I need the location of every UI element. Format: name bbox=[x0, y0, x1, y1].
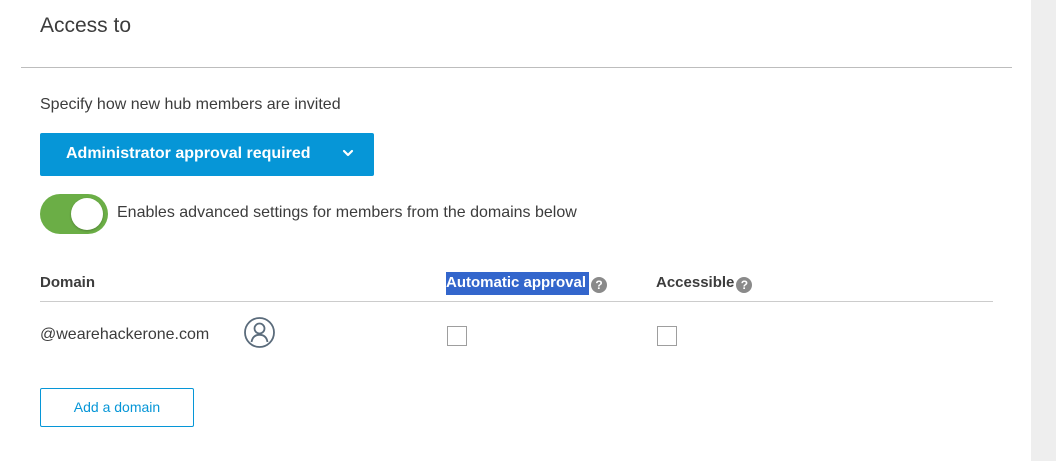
column-header-accessible: Accessible? bbox=[656, 274, 753, 293]
help-icon[interactable]: ? bbox=[736, 277, 753, 293]
add-domain-button[interactable]: Add a domain bbox=[40, 388, 194, 427]
help-icon[interactable]: ? bbox=[591, 277, 608, 293]
invite-method-value: Administrator approval required bbox=[66, 145, 311, 162]
automatic-approval-checkbox[interactable] bbox=[447, 326, 467, 346]
column-header-accessible-label: Accessible bbox=[656, 274, 735, 291]
column-header-automatic-approval-label: Automatic approval bbox=[446, 272, 590, 295]
invite-method-dropdown[interactable]: Administrator approval required bbox=[40, 133, 374, 176]
chevron-down-icon bbox=[342, 149, 354, 157]
page-background-gutter bbox=[1031, 0, 1056, 461]
section-title: Access to bbox=[40, 14, 132, 37]
accessible-checkbox[interactable] bbox=[657, 326, 677, 346]
toggle-knob bbox=[71, 198, 103, 230]
invite-method-label: Specify how new hub members are invited bbox=[40, 96, 341, 113]
column-header-domain: Domain bbox=[40, 274, 96, 291]
table-divider bbox=[40, 301, 993, 302]
domain-name: @wearehackerone.com bbox=[40, 326, 210, 343]
column-header-automatic-approval: Automatic approval? bbox=[446, 272, 608, 295]
advanced-settings-toggle[interactable] bbox=[40, 194, 108, 234]
advanced-settings-label: Enables advanced settings for members fr… bbox=[117, 204, 577, 221]
access-settings-card: Access to Specify how new hub members ar… bbox=[0, 0, 1031, 461]
user-icon[interactable] bbox=[243, 316, 276, 349]
header-divider bbox=[21, 67, 1012, 68]
